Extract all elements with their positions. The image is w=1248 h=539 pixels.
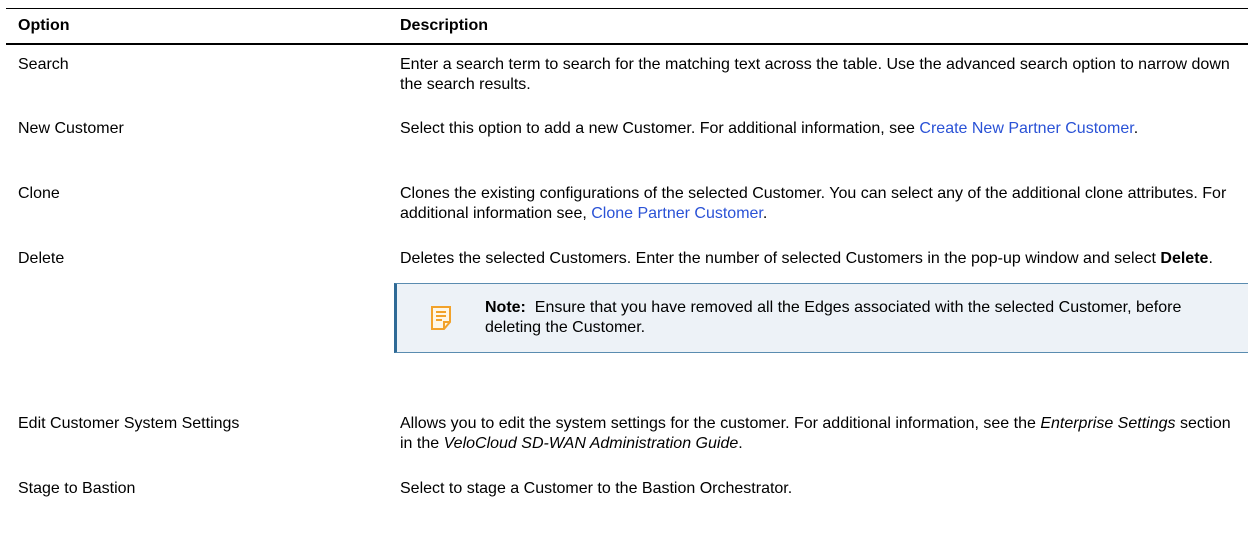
header-description: Description: [400, 17, 489, 34]
delete-keyword: Delete: [1160, 250, 1209, 267]
desc-text: Select this option to add a new Customer…: [400, 120, 920, 137]
table-header: Option Description: [6, 9, 1248, 45]
description-clone: Clones the existing configurations of th…: [382, 184, 1248, 239]
desc-text: Clones the existing configurations of th…: [400, 185, 1227, 222]
note-label: Note:: [485, 299, 526, 316]
table-row: Edit Customer System Settings Allows you…: [6, 404, 1248, 469]
clone-partner-customer-link[interactable]: Clone Partner Customer: [591, 205, 763, 222]
header-option: Option: [18, 17, 70, 34]
option-stage-to-bastion: Stage to Bastion: [18, 480, 136, 497]
description-delete: Deletes the selected Customers. Enter th…: [382, 249, 1248, 404]
note-icon: [397, 306, 485, 330]
desc-text: .: [1208, 250, 1213, 267]
option-delete: Delete: [18, 250, 65, 267]
description-stage-to-bastion: Select to stage a Customer to the Bastio…: [400, 480, 793, 497]
table-row: New Customer Select this option to add a…: [6, 109, 1248, 174]
admin-guide-ref: VeloCloud SD-WAN Administration Guide: [443, 435, 739, 452]
table-row: Delete Deletes the selected Customers. E…: [6, 239, 1248, 404]
desc-text: .: [738, 435, 743, 452]
note-box: Note: Ensure that you have removed all t…: [394, 283, 1248, 353]
option-search: Search: [18, 56, 69, 73]
option-edit-customer-system-settings: Edit Customer System Settings: [18, 415, 240, 432]
desc-text: Deletes the selected Customers. Enter th…: [400, 250, 1161, 267]
desc-text: .: [1133, 120, 1139, 137]
table-row: Stage to Bastion Select to stage a Custo…: [6, 469, 1248, 513]
note-body: Ensure that you have removed all the Edg…: [485, 299, 1182, 336]
table-row: Clone Clones the existing configurations…: [6, 174, 1248, 239]
option-clone: Clone: [18, 185, 60, 202]
note-text: Note: Ensure that you have removed all t…: [485, 298, 1248, 338]
options-table: Option Description Search Enter a search…: [6, 8, 1248, 513]
table-row: Search Enter a search term to search for…: [6, 45, 1248, 109]
enterprise-settings-ref: Enterprise Settings: [1040, 415, 1176, 432]
desc-text: .: [762, 205, 768, 222]
create-new-partner-customer-link[interactable]: Create New Partner Customer: [919, 120, 1133, 137]
description-edit-settings: Allows you to edit the system settings f…: [382, 414, 1248, 469]
desc-text: Allows you to edit the system settings f…: [400, 415, 1041, 432]
description-new-customer: Select this option to add a new Customer…: [382, 119, 1248, 174]
description-search: Enter a search term to search for the ma…: [400, 56, 1230, 93]
option-new-customer: New Customer: [18, 120, 124, 137]
